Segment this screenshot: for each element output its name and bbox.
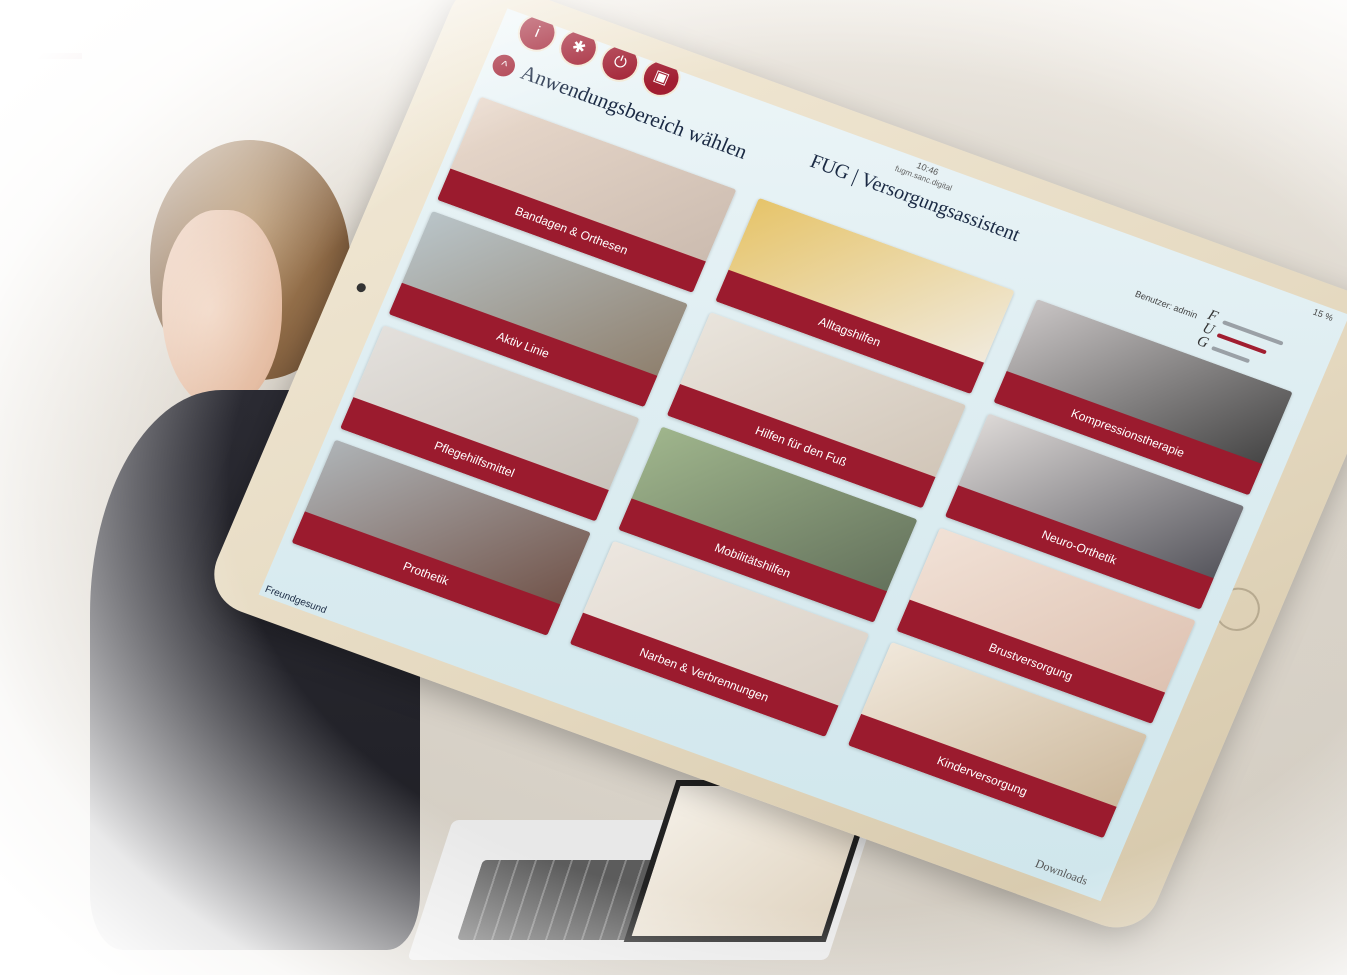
category-grid: Bandagen & Orthesen Alltagshilfen Kompress… [285, 96, 1304, 857]
photo-scene: • i ✱ ⏻ ▣ 10:46 fugm.sanc.digital FUG [0, 0, 1347, 975]
back-button[interactable]: ^ [489, 51, 519, 80]
power-icon[interactable]: ⏻ [594, 39, 646, 88]
camera-icon [355, 282, 368, 294]
info-icon[interactable]: i [511, 9, 563, 58]
tablet-screen: i ✱ ⏻ ▣ 10:46 fugm.sanc.digital FUG | Ve… [258, 8, 1347, 902]
user-label: Benutzer: admin [1133, 288, 1200, 321]
accent-line [0, 53, 82, 59]
battery-indicator: 15 % [1311, 306, 1335, 323]
settings-icon[interactable]: ✱ [553, 24, 604, 73]
footer-brand: Freundgesund [263, 584, 329, 617]
screen-icon[interactable]: ▣ [635, 54, 687, 103]
person-face [162, 210, 282, 410]
downloads-link[interactable]: Downloads [1033, 856, 1090, 889]
